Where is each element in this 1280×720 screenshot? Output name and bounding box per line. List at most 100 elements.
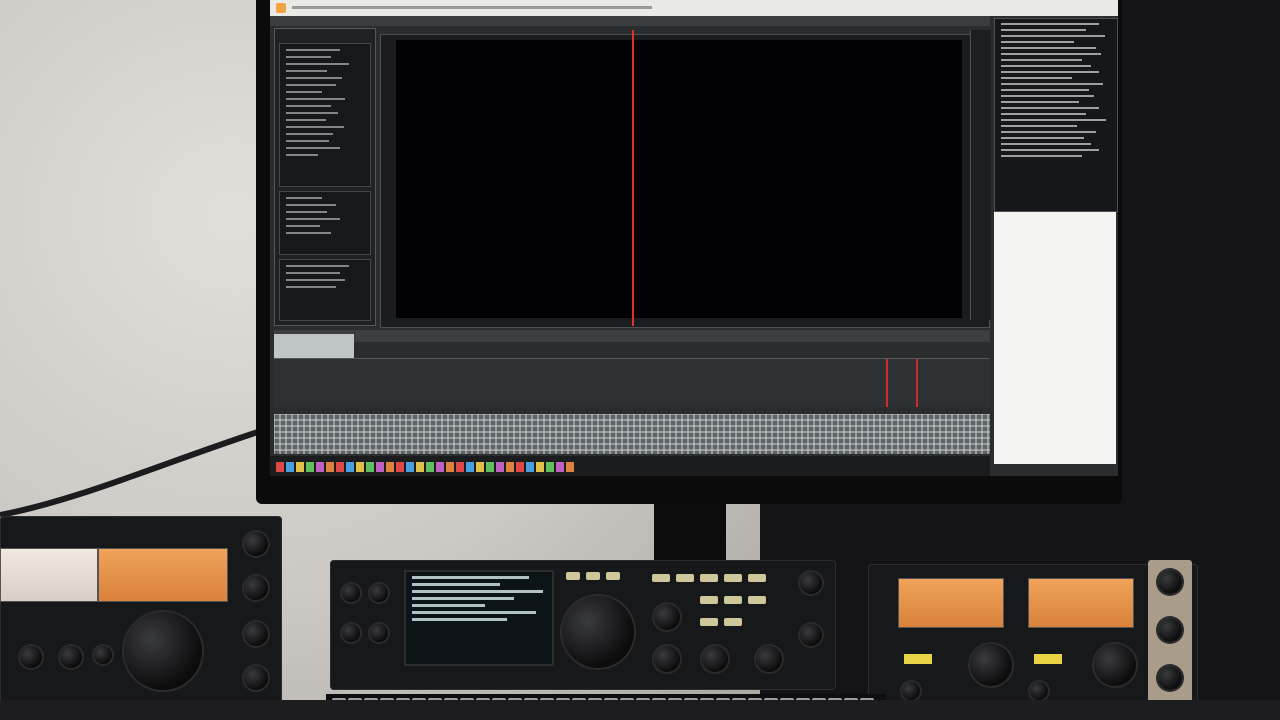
knob-icon[interactable]: [124, 612, 202, 690]
knob-icon[interactable]: [244, 622, 268, 646]
app-icon[interactable]: [426, 462, 434, 472]
waveform: [396, 60, 962, 318]
button[interactable]: [566, 572, 580, 580]
button[interactable]: [700, 618, 718, 626]
app-icon[interactable]: [446, 462, 454, 472]
knob-icon[interactable]: [1158, 666, 1182, 690]
app-icon[interactable]: [496, 462, 504, 472]
meter-icon: [0, 548, 98, 602]
meter-icon: [98, 548, 228, 602]
knob-icon[interactable]: [1158, 618, 1182, 642]
right-panel: [994, 18, 1118, 212]
app-icon[interactable]: [416, 462, 424, 472]
timeline-ruler[interactable]: [274, 330, 990, 342]
app-icon: [276, 3, 286, 13]
meter-icon: [1028, 578, 1134, 628]
monitor-screen: [270, 0, 1118, 476]
knob-icon[interactable]: [342, 624, 360, 642]
knob-icon[interactable]: [756, 646, 782, 672]
button[interactable]: [748, 596, 766, 604]
button[interactable]: [724, 596, 742, 604]
button[interactable]: [724, 618, 742, 626]
app-icon[interactable]: [566, 462, 574, 472]
knob-icon[interactable]: [244, 576, 268, 600]
app-icon[interactable]: [546, 462, 554, 472]
right-transceiver: [868, 560, 1198, 714]
app-icon[interactable]: [396, 462, 404, 472]
button[interactable]: [700, 574, 718, 582]
app-icon[interactable]: [316, 462, 324, 472]
button[interactable]: [724, 574, 742, 582]
center-transceiver: [330, 560, 836, 690]
app-icon[interactable]: [386, 462, 394, 472]
knob-icon[interactable]: [60, 646, 82, 668]
knob-icon[interactable]: [20, 646, 42, 668]
app-icon[interactable]: [306, 462, 314, 472]
button[interactable]: [700, 596, 718, 604]
app-icon[interactable]: [476, 462, 484, 472]
knob-icon[interactable]: [1158, 570, 1182, 594]
app-icon[interactable]: [536, 462, 544, 472]
app-icon[interactable]: [526, 462, 534, 472]
knob-icon[interactable]: [800, 624, 822, 646]
knob-icon[interactable]: [370, 624, 388, 642]
app-icon[interactable]: [436, 462, 444, 472]
white-panel: [994, 212, 1116, 464]
left-transceiver: [0, 516, 282, 712]
knob-icon[interactable]: [370, 584, 388, 602]
menu-bar[interactable]: [270, 16, 990, 26]
side-panel: [1148, 560, 1192, 706]
overview-thumbnail[interactable]: [274, 334, 354, 358]
scroll-strip[interactable]: [970, 30, 991, 320]
app-icon[interactable]: [556, 462, 564, 472]
button[interactable]: [586, 572, 600, 580]
app-icon[interactable]: [336, 462, 344, 472]
knob-icon[interactable]: [244, 666, 268, 690]
knob-icon[interactable]: [244, 532, 268, 556]
left-panel-section: [279, 43, 371, 187]
knob-icon[interactable]: [702, 646, 728, 672]
knob-icon[interactable]: [1094, 644, 1136, 686]
monitor-stand: [654, 504, 726, 564]
app-icon[interactable]: [456, 462, 464, 472]
knob-icon[interactable]: [94, 646, 112, 664]
button[interactable]: [652, 574, 670, 582]
button[interactable]: [676, 574, 694, 582]
app-icon[interactable]: [376, 462, 384, 472]
marker[interactable]: [916, 359, 918, 407]
knob-icon[interactable]: [800, 572, 822, 594]
knob-icon[interactable]: [654, 604, 680, 630]
button[interactable]: [606, 572, 620, 580]
left-panel: [274, 28, 376, 326]
button[interactable]: [748, 574, 766, 582]
knob-icon[interactable]: [342, 584, 360, 602]
app-icon[interactable]: [276, 462, 284, 472]
app-icon[interactable]: [366, 462, 374, 472]
taskbar: [270, 456, 990, 476]
app-icon[interactable]: [466, 462, 474, 472]
knob-icon[interactable]: [970, 644, 1012, 686]
app-icon[interactable]: [516, 462, 524, 472]
left-panel-section: [279, 259, 371, 321]
app-icon[interactable]: [296, 462, 304, 472]
playhead[interactable]: [632, 30, 634, 326]
desk-surface: [0, 700, 1280, 720]
app-icon[interactable]: [326, 462, 334, 472]
app-icon[interactable]: [346, 462, 354, 472]
grid-pattern: [273, 413, 990, 454]
indicator-tab: [904, 654, 932, 664]
app-icon[interactable]: [286, 462, 294, 472]
app-icon[interactable]: [406, 462, 414, 472]
knob-icon[interactable]: [902, 682, 920, 700]
knob-icon[interactable]: [562, 596, 634, 668]
window-titlebar: [270, 0, 1118, 16]
knob-icon[interactable]: [654, 646, 680, 672]
knob-icon[interactable]: [1030, 682, 1048, 700]
app-icon[interactable]: [506, 462, 514, 472]
app-icon[interactable]: [356, 462, 364, 472]
marker[interactable]: [886, 359, 888, 407]
left-panel-section: [279, 191, 371, 255]
timeline-track[interactable]: [274, 358, 990, 407]
waveform-display[interactable]: [396, 40, 962, 318]
app-icon[interactable]: [486, 462, 494, 472]
